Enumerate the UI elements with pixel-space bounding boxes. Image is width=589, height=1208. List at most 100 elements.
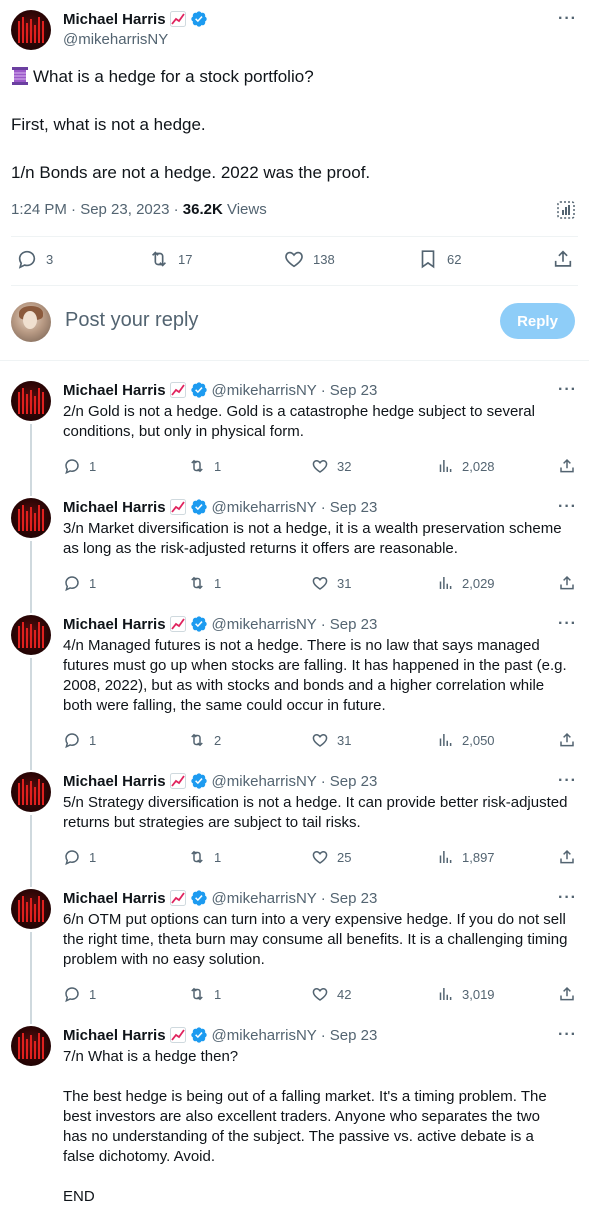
tweet-paragraph: First, what is not a hedge. — [11, 115, 206, 134]
reply-action[interactable]: 3 — [16, 248, 53, 270]
like-icon — [312, 576, 328, 590]
retweet-count: 17 — [178, 251, 193, 267]
more-icon[interactable]: ··· — [558, 615, 577, 633]
thread-line — [30, 932, 32, 1024]
retweet-count: 1 — [214, 986, 222, 1002]
more-icon[interactable]: ··· — [558, 10, 577, 28]
more-icon[interactable]: ··· — [558, 772, 577, 790]
views-action[interactable]: 3,019 — [436, 985, 495, 1003]
retweet-action[interactable]: 1 — [188, 574, 221, 592]
retweet-action[interactable]: 1 — [188, 985, 221, 1003]
share-action[interactable] — [558, 574, 576, 592]
current-user-avatar[interactable] — [11, 302, 51, 342]
more-icon[interactable]: ··· — [558, 1026, 577, 1044]
reply-header: Michael Harris @mikeharrisNY · Sep 23 — [63, 615, 377, 633]
post-date[interactable]: Sep 23 — [330, 1027, 378, 1044]
bookmark-action[interactable]: 62 — [417, 248, 461, 270]
like-action[interactable]: 31 — [311, 731, 351, 749]
verified-badge-icon — [190, 1027, 207, 1043]
share-icon — [560, 458, 574, 473]
author-avatar[interactable] — [11, 381, 51, 421]
post-date[interactable]: Sep 23 — [330, 382, 378, 399]
author-name[interactable]: Michael Harris — [63, 11, 166, 28]
views-action[interactable]: 2,050 — [436, 731, 495, 749]
author-name[interactable]: Michael Harris — [63, 890, 166, 907]
post-date[interactable]: Sep 23 — [330, 616, 378, 633]
views-action[interactable]: 2,028 — [436, 457, 495, 475]
share-action[interactable] — [558, 457, 576, 475]
author-handle[interactable]: @mikeharrisNY — [212, 773, 317, 790]
author-handle[interactable]: @mikeharrisNY — [212, 890, 317, 907]
verified-badge-icon — [190, 773, 207, 789]
author-avatar[interactable] — [11, 1026, 51, 1066]
author-name[interactable]: Michael Harris — [63, 1027, 166, 1044]
reply-action[interactable]: 1 — [63, 731, 96, 749]
author-handle[interactable]: @mikeharrisNY — [212, 382, 317, 399]
reply-actions: 1 1 31 2,029 — [0, 574, 589, 594]
chart-emoji-icon — [169, 382, 186, 398]
author-name[interactable]: Michael Harris — [63, 499, 166, 516]
retweet-icon — [151, 251, 167, 267]
chart-emoji-icon — [169, 616, 186, 632]
share-icon — [560, 575, 574, 590]
tweet-time[interactable]: 1:24 PM · Sep 23, 2023 · — [11, 201, 183, 218]
like-action[interactable]: 32 — [311, 457, 351, 475]
share-action[interactable] — [558, 848, 576, 866]
more-icon[interactable]: ··· — [558, 889, 577, 907]
author-avatar[interactable] — [11, 889, 51, 929]
post-date[interactable]: Sep 23 — [330, 499, 378, 516]
reply-paragraph: The best hedge is being out of a falling… — [63, 1088, 547, 1165]
reply-header: Michael Harris @mikeharrisNY · Sep 23 — [63, 1026, 377, 1044]
bookmark-count: 62 — [447, 251, 462, 267]
reply-text: 5/n Strategy diversification is not a he… — [63, 793, 568, 833]
views-count: 2,050 — [462, 732, 495, 748]
author-avatar[interactable] — [11, 498, 51, 538]
share-action[interactable] — [558, 731, 576, 749]
author-avatar[interactable] — [11, 772, 51, 812]
analytics-icon[interactable] — [556, 200, 576, 220]
author-name[interactable]: Michael Harris — [63, 382, 166, 399]
author-handle[interactable]: @mikeharrisNY — [212, 499, 317, 516]
share-action[interactable] — [558, 985, 576, 1003]
reply-actions: 1 1 42 3,019 — [0, 985, 589, 1005]
share-action[interactable] — [552, 248, 574, 270]
reply-action[interactable]: 1 — [63, 574, 96, 592]
retweet-action[interactable]: 1 — [188, 457, 221, 475]
views-action[interactable]: 1,897 — [436, 848, 495, 866]
views-icon — [439, 988, 452, 1000]
post-date[interactable]: Sep 23 — [330, 773, 378, 790]
reply-action[interactable]: 1 — [63, 457, 96, 475]
like-action[interactable]: 138 — [283, 248, 335, 270]
more-icon[interactable]: ··· — [558, 498, 577, 516]
views-action[interactable]: 2,029 — [436, 574, 495, 592]
like-action[interactable]: 25 — [311, 848, 351, 866]
tweet-actions: 3 17 138 62 — [0, 248, 589, 274]
retweet-count: 2 — [214, 732, 222, 748]
reply-input[interactable]: Post your reply — [65, 309, 198, 332]
author-avatar[interactable] — [11, 10, 51, 50]
reply-actions: 1 1 25 1,897 — [0, 848, 589, 868]
author-name-row[interactable]: Michael Harris — [63, 10, 208, 28]
like-icon — [312, 459, 328, 473]
reply-action[interactable]: 1 — [63, 985, 96, 1003]
author-handle[interactable]: @mikeharrisNY — [212, 1027, 317, 1044]
retweet-action[interactable]: 1 — [188, 848, 221, 866]
verified-badge-icon — [190, 499, 207, 515]
reply-actions: 1 1 32 2,028 — [0, 457, 589, 477]
reply-action[interactable]: 1 — [63, 848, 96, 866]
author-handle[interactable]: @mikeharrisNY — [63, 31, 168, 48]
author-name[interactable]: Michael Harris — [63, 773, 166, 790]
retweet-action[interactable]: 17 — [148, 248, 192, 270]
reply-button[interactable]: Reply — [500, 303, 575, 339]
like-action[interactable]: 31 — [311, 574, 351, 592]
author-handle[interactable]: @mikeharrisNY — [212, 616, 317, 633]
separator-dot: · — [320, 615, 326, 633]
like-count: 42 — [337, 986, 352, 1002]
like-action[interactable]: 42 — [311, 985, 351, 1003]
post-date[interactable]: Sep 23 — [330, 890, 378, 907]
separator-dot: · — [320, 498, 326, 516]
author-avatar[interactable] — [11, 615, 51, 655]
retweet-action[interactable]: 2 — [188, 731, 221, 749]
author-name[interactable]: Michael Harris — [63, 616, 166, 633]
more-icon[interactable]: ··· — [558, 381, 577, 399]
